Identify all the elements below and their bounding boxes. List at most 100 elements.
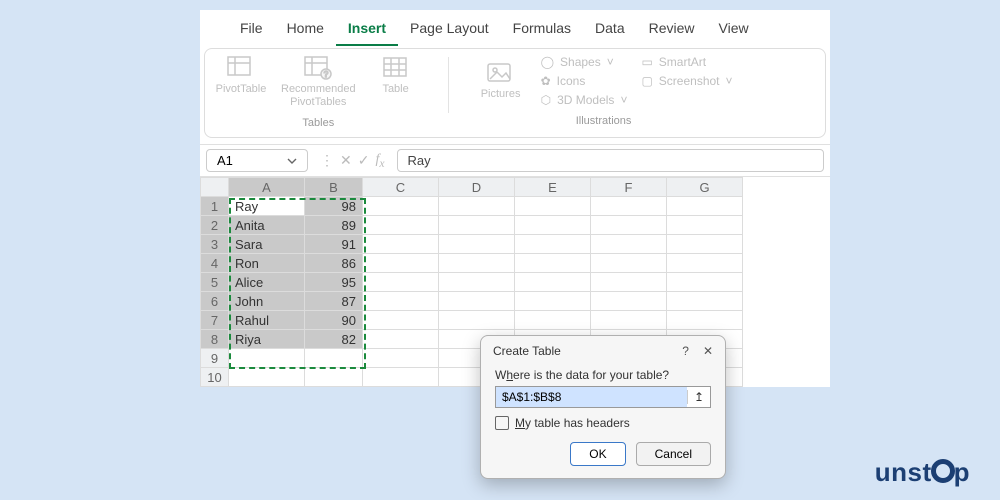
row-header[interactable]: 8 [201, 330, 229, 349]
cell[interactable] [667, 235, 743, 254]
cell[interactable] [439, 197, 515, 216]
cell[interactable]: 95 [305, 273, 363, 292]
row-header[interactable]: 1 [201, 197, 229, 216]
fx-icon[interactable]: fx [375, 152, 384, 170]
cell[interactable]: 82 [305, 330, 363, 349]
row-header[interactable]: 4 [201, 254, 229, 273]
cell[interactable] [667, 292, 743, 311]
cell[interactable] [363, 330, 439, 349]
tab-home[interactable]: Home [275, 10, 336, 46]
cell[interactable] [439, 311, 515, 330]
cell[interactable] [363, 197, 439, 216]
pivot-table-button[interactable]: PivotTable [215, 55, 267, 96]
cell[interactable] [305, 349, 363, 368]
tab-view[interactable]: View [707, 10, 761, 46]
cell[interactable] [439, 292, 515, 311]
row-header[interactable]: 9 [201, 349, 229, 368]
cell[interactable] [591, 216, 667, 235]
cell[interactable] [667, 311, 743, 330]
name-box[interactable]: A1 [206, 149, 308, 172]
cell[interactable] [363, 311, 439, 330]
3d-models-button[interactable]: ⬡3D Models˅ [541, 93, 628, 107]
cell[interactable] [439, 254, 515, 273]
close-button[interactable]: ✕ [703, 344, 713, 358]
column-header-F[interactable]: F [591, 178, 667, 197]
cell[interactable]: 87 [305, 292, 363, 311]
column-header-C[interactable]: C [363, 178, 439, 197]
cell[interactable] [591, 273, 667, 292]
cell[interactable] [439, 273, 515, 292]
cell[interactable]: 90 [305, 311, 363, 330]
row-header[interactable]: 3 [201, 235, 229, 254]
cell[interactable]: Anita [229, 216, 305, 235]
column-header-E[interactable]: E [515, 178, 591, 197]
range-input[interactable] [496, 387, 687, 407]
cell[interactable] [515, 254, 591, 273]
cell[interactable]: 89 [305, 216, 363, 235]
enter-icon[interactable]: ✓ [358, 152, 370, 169]
smartart-button[interactable]: ▭SmartArt [641, 55, 732, 69]
cell[interactable] [667, 254, 743, 273]
column-header-A[interactable]: A [229, 178, 305, 197]
cell[interactable] [305, 368, 363, 387]
column-header-D[interactable]: D [439, 178, 515, 197]
select-all-cell[interactable] [201, 178, 229, 197]
cell[interactable]: Rahul [229, 311, 305, 330]
table-button[interactable]: Table [370, 55, 422, 96]
cell[interactable] [591, 292, 667, 311]
column-header-B[interactable]: B [305, 178, 363, 197]
row-header[interactable]: 10 [201, 368, 229, 387]
cell[interactable] [439, 235, 515, 254]
headers-checkbox-row[interactable]: My table has headers [495, 416, 711, 430]
row-header[interactable]: 6 [201, 292, 229, 311]
cell[interactable] [515, 273, 591, 292]
cell[interactable]: Ray [229, 197, 305, 216]
cell[interactable] [515, 235, 591, 254]
row-header[interactable]: 2 [201, 216, 229, 235]
formula-input[interactable]: Ray [397, 149, 824, 172]
cell[interactable] [363, 235, 439, 254]
tab-review[interactable]: Review [637, 10, 707, 46]
tab-formulas[interactable]: Formulas [501, 10, 583, 46]
cell[interactable] [363, 254, 439, 273]
tab-file[interactable]: File [228, 10, 275, 46]
cell[interactable] [667, 273, 743, 292]
cell[interactable]: Ron [229, 254, 305, 273]
tab-page-layout[interactable]: Page Layout [398, 10, 501, 46]
cell[interactable] [229, 368, 305, 387]
more-icon[interactable]: ⋮ [320, 152, 334, 169]
cell[interactable]: 86 [305, 254, 363, 273]
cell[interactable]: 98 [305, 197, 363, 216]
cell[interactable] [439, 216, 515, 235]
cell[interactable] [591, 235, 667, 254]
cell[interactable]: Alice [229, 273, 305, 292]
cancel-icon[interactable]: ✕ [340, 152, 352, 169]
cell[interactable] [515, 197, 591, 216]
range-picker-button[interactable]: ↥ [687, 390, 710, 404]
cell[interactable] [515, 311, 591, 330]
pictures-button[interactable]: Pictures [475, 60, 527, 101]
cell[interactable] [363, 216, 439, 235]
cell[interactable] [363, 349, 439, 368]
cell[interactable] [591, 311, 667, 330]
cancel-button[interactable]: Cancel [636, 442, 711, 466]
help-button[interactable]: ? [682, 344, 689, 358]
cell[interactable] [363, 273, 439, 292]
cell[interactable] [229, 349, 305, 368]
cell[interactable]: John [229, 292, 305, 311]
cell[interactable] [515, 216, 591, 235]
cell[interactable] [667, 197, 743, 216]
cell[interactable]: Sara [229, 235, 305, 254]
icons-button[interactable]: ✿Icons [541, 74, 628, 88]
cell[interactable] [591, 254, 667, 273]
shapes-button[interactable]: ◯Shapes˅ [541, 55, 628, 69]
ok-button[interactable]: OK [570, 442, 625, 466]
row-header[interactable]: 7 [201, 311, 229, 330]
cell[interactable] [591, 197, 667, 216]
recommended-pivot-button[interactable]: ? Recommended PivotTables [281, 55, 356, 109]
row-header[interactable]: 5 [201, 273, 229, 292]
cell[interactable] [363, 292, 439, 311]
tab-insert[interactable]: Insert [336, 10, 398, 46]
cell[interactable] [515, 292, 591, 311]
column-header-G[interactable]: G [667, 178, 743, 197]
